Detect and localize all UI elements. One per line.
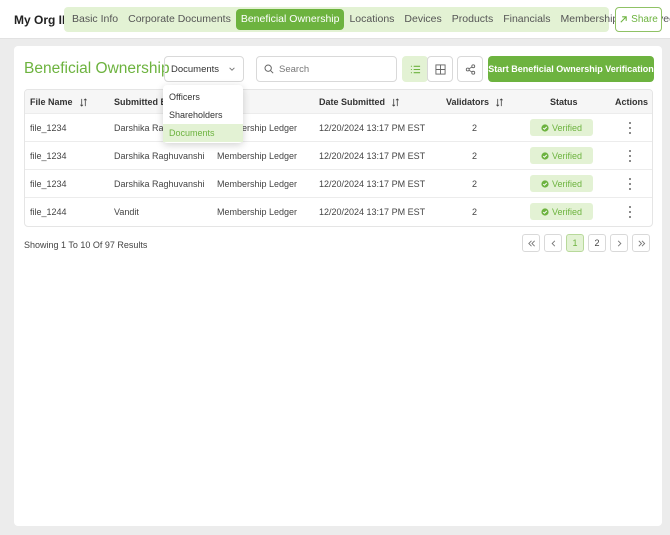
- cell-document-type: Membership Ledger: [217, 151, 298, 161]
- grid-view-button[interactable]: [427, 56, 453, 82]
- tab-devices[interactable]: Devices: [399, 9, 446, 30]
- document-type-select[interactable]: Documents: [164, 56, 244, 82]
- status-badge-label: Verified: [551, 206, 583, 217]
- status-badge: Verified: [530, 175, 593, 192]
- share-button[interactable]: Share: [615, 7, 662, 32]
- column-date-submitted-label: Date Submitted: [319, 97, 386, 107]
- share-nodes-icon: [465, 63, 475, 75]
- cell-file-name[interactable]: file_1244: [30, 207, 67, 217]
- document-type-dropdown-menu: Officers Shareholders Documents: [163, 85, 243, 143]
- search-icon: [264, 64, 274, 74]
- column-validators-label: Validators: [446, 97, 490, 107]
- status-badge: Verified: [530, 203, 593, 220]
- column-validators[interactable]: Validators: [446, 97, 504, 107]
- next-page-button[interactable]: [610, 234, 628, 252]
- cell-submitted-by: Vandit: [114, 207, 139, 217]
- list-icon: [410, 65, 420, 73]
- results-summary: Showing 1 To 10 Of 97 Results: [24, 240, 148, 250]
- prev-page-button[interactable]: [544, 234, 562, 252]
- cell-date-submitted: 12/20/2024 13:17 PM EST: [319, 207, 426, 217]
- sort-icon: [79, 97, 87, 107]
- brand-title: My Org ID: [14, 13, 71, 27]
- table-header: File Name Submitted By Date Submitted Va…: [25, 90, 652, 114]
- table-row: file_1234 Darshika Raghuvanshi Membershi…: [25, 142, 652, 170]
- column-file-name-label: File Name: [30, 97, 73, 107]
- first-page-button[interactable]: [522, 234, 540, 252]
- table-row: file_1244 Vandit Membership Ledger 12/20…: [25, 198, 652, 226]
- cell-validators: 2: [472, 179, 478, 189]
- cell-date-submitted: 12/20/2024 13:17 PM EST: [319, 179, 426, 189]
- sort-icon: [392, 97, 399, 107]
- search-box[interactable]: [256, 56, 397, 82]
- tab-financials[interactable]: Financials: [498, 9, 555, 30]
- row-actions-menu-icon[interactable]: [625, 122, 635, 134]
- status-badge: Verified: [530, 119, 593, 136]
- cell-file-name[interactable]: file_1234: [30, 151, 67, 161]
- sort-icon: [496, 97, 503, 107]
- check-circle-icon: [541, 123, 549, 132]
- tab-corporate-documents[interactable]: Corporate Documents: [123, 9, 236, 30]
- page-title: Beneficial Ownership: [24, 60, 170, 77]
- chevron-left-icon: [551, 239, 555, 247]
- start-verification-button[interactable]: Start Beneficial Ownership Verification: [488, 56, 654, 82]
- dropdown-option-documents[interactable]: Documents: [163, 124, 243, 142]
- cell-date-submitted: 12/20/2024 13:17 PM EST: [319, 151, 426, 161]
- cell-document-type: Membership Ledger: [217, 207, 298, 217]
- row-actions-menu-icon[interactable]: [625, 206, 635, 218]
- cell-validators: 2: [472, 151, 478, 161]
- status-badge-label: Verified: [551, 178, 583, 189]
- dropdown-option-officers[interactable]: Officers: [163, 88, 243, 106]
- row-actions-menu-icon[interactable]: [625, 150, 635, 162]
- tab-locations[interactable]: Locations: [344, 9, 399, 30]
- grid-icon: [434, 63, 446, 75]
- column-actions: Actions: [615, 97, 649, 107]
- status-badge: Verified: [530, 147, 593, 164]
- cell-date-submitted: 12/20/2024 13:17 PM EST: [319, 123, 426, 133]
- table-row: file_1234 Darshika Raghuvanshi Membershi…: [25, 170, 652, 198]
- nav-tabs: Basic Info Corporate Documents Beneficia…: [64, 7, 670, 32]
- chevron-down-icon: [229, 67, 235, 71]
- check-circle-icon: [541, 151, 549, 160]
- last-page-button[interactable]: [632, 234, 650, 252]
- search-input[interactable]: [279, 63, 389, 75]
- tab-membership[interactable]: Membership: [556, 9, 624, 30]
- check-circle-icon: [541, 179, 549, 188]
- list-view-button[interactable]: [402, 56, 428, 82]
- cell-file-name[interactable]: file_1234: [30, 179, 67, 189]
- page-button-2[interactable]: 2: [588, 234, 606, 252]
- table-row: file_1234 Darshika Raghuvanshi Membershi…: [25, 114, 652, 142]
- row-actions-menu-icon[interactable]: [625, 178, 635, 190]
- tab-products[interactable]: Products: [447, 9, 498, 30]
- chevron-right-icon: [617, 239, 621, 247]
- share-network-button[interactable]: [457, 56, 483, 82]
- top-nav-bar: My Org ID Basic Info Corporate Documents…: [0, 0, 670, 39]
- cell-submitted-by: Darshika Raghuvanshi: [114, 151, 205, 161]
- dropdown-option-shareholders[interactable]: Shareholders: [163, 106, 243, 124]
- documents-table: File Name Submitted By Date Submitted Va…: [24, 89, 653, 227]
- status-badge-label: Verified: [551, 122, 583, 133]
- tab-beneficial-ownership[interactable]: Beneficial Ownership: [235, 9, 345, 30]
- arrow-up-right-icon: [620, 16, 627, 23]
- column-date-submitted[interactable]: Date Submitted: [319, 97, 400, 107]
- chevrons-left-icon: [527, 239, 535, 247]
- main-card: Beneficial Ownership Documents Start Ben…: [14, 46, 662, 526]
- check-circle-icon: [541, 207, 549, 216]
- cell-validators: 2: [472, 207, 478, 217]
- status-badge-label: Verified: [551, 150, 583, 161]
- pagination: 1 2: [522, 234, 650, 252]
- cell-submitted-by: Darshika Raghuvanshi: [114, 179, 205, 189]
- document-type-select-value: Documents: [171, 63, 220, 75]
- column-file-name[interactable]: File Name: [30, 97, 88, 107]
- cell-validators: 2: [472, 123, 478, 133]
- tab-basic-info[interactable]: Basic Info: [67, 9, 123, 30]
- cell-file-name[interactable]: file_1234: [30, 123, 67, 133]
- cell-document-type: Membership Ledger: [217, 179, 298, 189]
- chevrons-right-icon: [637, 239, 645, 247]
- column-status: Status: [550, 97, 578, 107]
- page-button-1[interactable]: 1: [566, 234, 584, 252]
- share-button-label: Share: [631, 14, 658, 25]
